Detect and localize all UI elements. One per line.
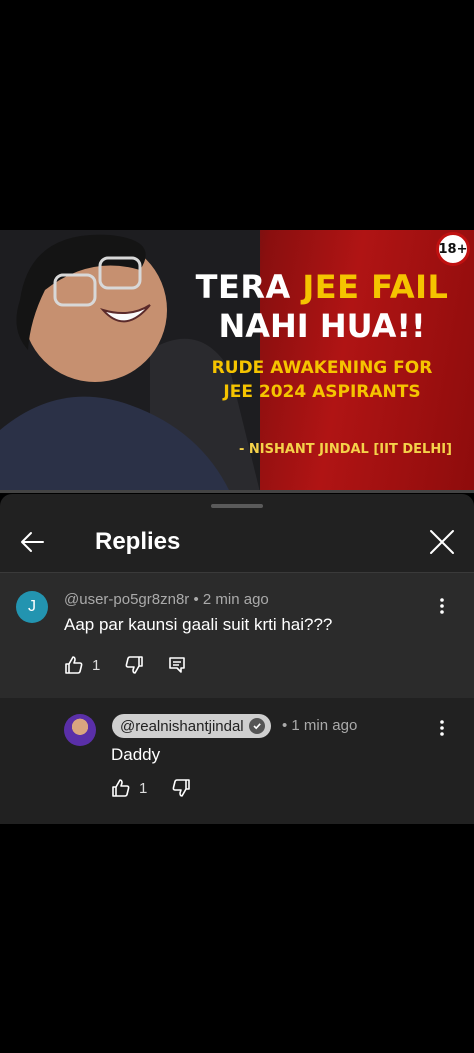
headline-highlight: JEE FAIL — [302, 268, 449, 306]
reply-avatar[interactable] — [64, 714, 96, 746]
close-icon — [430, 530, 454, 554]
reply-time: 1 min ago — [291, 717, 358, 734]
reply-dislike-button[interactable] — [171, 778, 191, 798]
back-button[interactable] — [14, 524, 50, 560]
dislike-button[interactable] — [124, 655, 144, 675]
age-badge: 18+ — [436, 232, 470, 266]
parent-comment: J @user-po5gr8zn8r • 2 min ago Aap par k… — [0, 573, 474, 698]
thumbs-up-icon — [65, 656, 83, 674]
close-button[interactable] — [424, 524, 460, 560]
replies-panel: Replies J @user-po5gr8zn8r • 2 min ago A… — [0, 494, 474, 824]
like-button[interactable]: 1 — [64, 655, 100, 675]
reply-like-button[interactable]: 1 — [111, 778, 147, 798]
comment-reply-icon — [169, 657, 186, 673]
thumbnail-headline: TERA JEE FAIL NAHI HUA!! RUDE AWAKENING … — [192, 268, 452, 404]
comment-text: Aap par kaunsi gaali suit krti hai??? — [64, 615, 333, 634]
thumbnail-credit: - NISHANT JINDAL [IIT DELHI] — [238, 442, 452, 457]
avatar[interactable]: J — [16, 591, 48, 623]
more-vert-icon — [440, 720, 444, 736]
video-player[interactable]: TERA JEE FAIL NAHI HUA!! RUDE AWAKENING … — [0, 230, 474, 492]
thumbs-up-icon — [112, 779, 130, 797]
thumbs-down-icon — [172, 779, 191, 797]
verified-check-icon — [248, 718, 265, 734]
thumbs-down-icon — [125, 656, 144, 674]
reply-actions: 1 — [111, 774, 215, 802]
subtitle-line1: RUDE AWAKENING FOR — [211, 358, 433, 378]
reply-more-button[interactable] — [430, 716, 454, 740]
headline-line2: NAHI HUA!! — [218, 307, 426, 345]
reply-like-count: 1 — [139, 779, 148, 797]
headline-part1: TERA — [195, 268, 303, 306]
comment-time: 2 min ago — [202, 591, 269, 608]
comment-actions: 1 — [64, 651, 210, 679]
reply-comment: @realnishantjindal • 1 min ago Daddy 1 — [0, 698, 474, 824]
comment-more-button[interactable] — [430, 594, 454, 618]
reply-author: @realnishantjindal — [120, 717, 244, 735]
subtitle-line2: JEE 2024 ASPIRANTS — [223, 382, 421, 402]
panel-title: Replies — [95, 528, 181, 555]
reply-time-prefix: • — [282, 717, 292, 734]
empty-area — [0, 824, 474, 1053]
panel-header: Replies — [0, 516, 474, 572]
reply-meta: • 1 min ago — [282, 717, 357, 734]
drag-handle[interactable] — [211, 504, 263, 508]
video-progress-bar[interactable] — [0, 490, 474, 493]
reply-button[interactable] — [168, 656, 186, 674]
comment-meta: @user-po5gr8zn8r • 2 min ago — [64, 591, 269, 608]
arrow-left-icon — [21, 532, 44, 552]
comment-author[interactable]: @user-po5gr8zn8r — [64, 591, 189, 608]
meta-separator: • — [189, 591, 203, 608]
more-vert-icon — [440, 598, 444, 614]
reply-text: Daddy — [111, 745, 161, 764]
like-count: 1 — [92, 656, 101, 674]
reply-author-chip[interactable]: @realnishantjindal — [112, 714, 271, 738]
